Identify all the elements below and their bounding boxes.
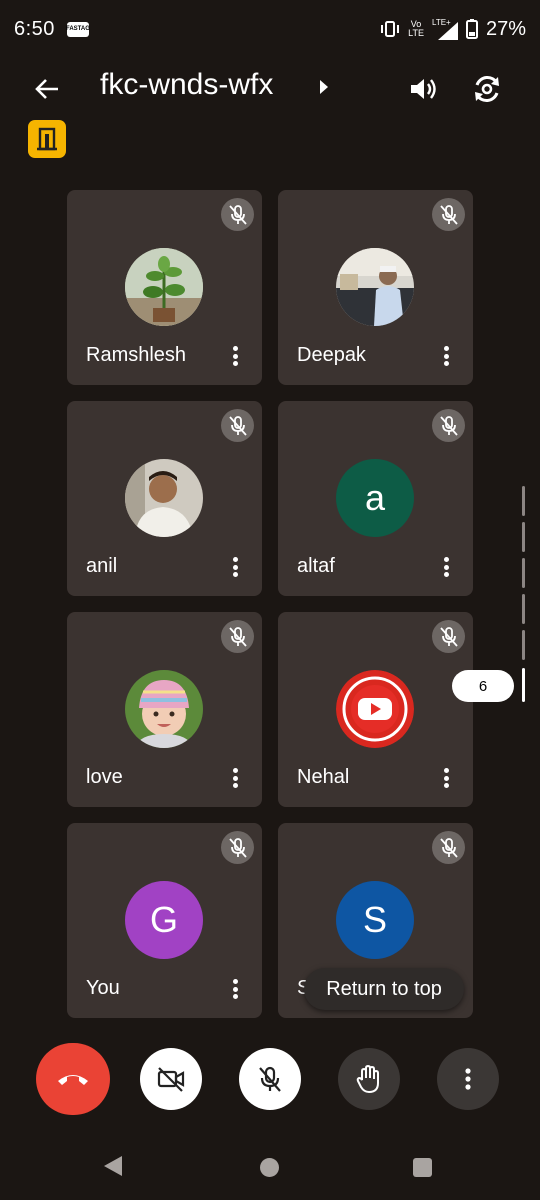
scroll-indicator[interactable] [522,558,525,588]
mic-off-badge [221,831,254,864]
status-time: 6:50 [14,17,55,40]
system-nav-bar [0,1130,540,1200]
status-right-icons: Vo LTE LTE+ 27% [380,18,526,41]
mic-off-icon [439,626,458,647]
videocam-off-icon [157,1067,185,1092]
mic-off-icon [439,204,458,225]
scroll-indicator[interactable] [522,486,525,516]
switch-camera-button[interactable] [468,70,506,108]
hand-icon [356,1064,379,1094]
more-vert-icon[interactable] [228,555,242,579]
mic-off-icon [228,415,247,436]
page-number-bubble: 6 [452,670,514,702]
volume-icon [411,79,436,99]
mic-toggle-button[interactable] [239,1048,301,1110]
avatar-photo-man-in-shop [336,248,414,326]
return-to-top-button[interactable]: Return to top [304,968,464,1010]
participant-name: You [86,977,120,999]
fastag-app-icon: FASTAG [66,21,90,37]
avatar-letter: G [125,881,203,959]
participant-name: Deepak [297,344,366,366]
participant-name: altaf [297,555,335,577]
avatar-photo-plant [125,248,203,326]
more-vert-icon[interactable] [439,766,453,790]
more-vert-icon[interactable] [228,344,242,368]
participant-name: love [86,766,123,788]
participant-name: Ramshlesh [86,344,187,366]
speaker-button[interactable] [406,72,440,106]
participant-tile[interactable]: Nehal [278,612,473,807]
scroll-indicator[interactable] [522,522,525,552]
mic-off-badge [221,198,254,231]
camera-toggle-button[interactable] [140,1048,202,1110]
end-call-button[interactable] [36,1043,110,1115]
mic-off-badge [432,409,465,442]
mic-off-icon [439,837,458,858]
participant-tile[interactable]: anil [67,401,262,596]
signal-icon: LTE+ [432,18,458,40]
nav-recents-icon[interactable] [413,1158,432,1177]
nav-back-icon[interactable] [104,1156,122,1176]
more-vert-icon [465,1068,471,1090]
more-vert-icon[interactable] [228,977,242,1001]
scroll-indicator-active[interactable] [522,668,525,702]
meeting-code-title[interactable]: fkc-wnds-wfx [100,68,273,102]
caret-right-icon[interactable] [320,80,328,94]
mic-off-badge [432,620,465,653]
mic-off-icon [439,415,458,436]
volte-indicator: Vo LTE [408,20,424,38]
avatar-photo-baby-in-hat [125,670,203,748]
more-vert-icon[interactable] [439,555,453,579]
back-button[interactable] [30,72,64,106]
volte-bottom: LTE [408,28,424,38]
participant-name: Nehal [297,766,350,788]
participant-name: anil [86,555,118,577]
raise-hand-button[interactable] [338,1048,400,1110]
call-end-icon [58,1075,88,1085]
mic-off-badge [221,409,254,442]
scroll-indicator[interactable] [522,594,525,624]
status-bar: 6:50 FASTAG Vo LTE LTE+ 27% [0,0,540,58]
more-vert-icon[interactable] [439,344,453,368]
mic-off-badge [432,831,465,864]
avatar-youtube-logo [336,670,414,748]
mic-off-icon [228,204,247,225]
meeting-header: fkc-wnds-wfx [0,58,540,118]
participant-tile[interactable]: Deepak [278,190,473,385]
mic-off-badge [221,620,254,653]
participant-tile[interactable]: Ramshlesh [67,190,262,385]
mic-off-badge [432,198,465,231]
participant-tile[interactable]: love [67,612,262,807]
participant-tile[interactable]: a altaf [278,401,473,596]
switch-camera-icon [475,76,499,102]
more-vert-icon[interactable] [228,766,242,790]
nav-home-icon[interactable] [260,1158,279,1177]
avatar-letter: S [336,881,414,959]
scroll-indicator[interactable] [522,630,525,660]
vibrate-icon [381,21,400,37]
avatar-letter: a [336,459,414,537]
mic-off-icon [228,626,247,647]
door-icon [37,127,57,151]
mic-off-icon [259,1066,281,1092]
battery-percent: 27% [485,17,526,40]
more-options-button[interactable] [437,1048,499,1110]
meeting-badge[interactable] [28,120,66,158]
battery-icon [465,19,478,39]
participant-tile[interactable]: G You [67,823,262,1018]
arrow-left-icon [35,79,58,99]
avatar-photo-man-portrait [125,459,203,537]
mic-off-icon [228,837,247,858]
